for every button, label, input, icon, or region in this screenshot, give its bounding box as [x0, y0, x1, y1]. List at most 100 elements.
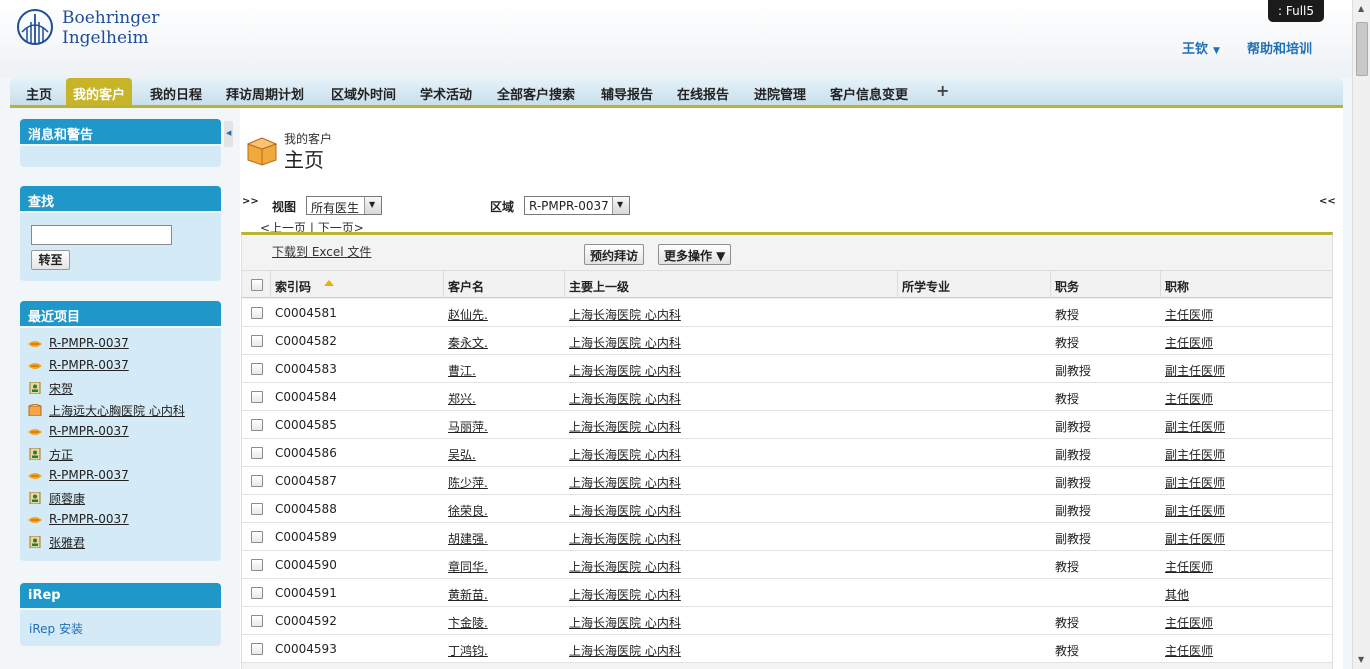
row-checkbox[interactable]	[251, 335, 263, 347]
row-checkbox[interactable]	[251, 587, 263, 599]
tab-my-customers[interactable]: 我的客户	[66, 78, 133, 105]
cell-index-code: C0004590	[275, 558, 337, 572]
row-checkbox[interactable]	[251, 503, 263, 515]
cell-parent[interactable]: 上海长海医院 心内科	[569, 446, 681, 463]
tab-all-customer-search[interactable]: 全部客户搜索	[497, 84, 575, 103]
tab-time-off-territory[interactable]: 区域外时间	[331, 84, 396, 103]
tab-hospital-listing[interactable]: 进院管理	[754, 84, 806, 103]
column-header-parent[interactable]: 主要上一级	[569, 278, 629, 295]
row-checkbox[interactable]	[251, 419, 263, 431]
dropdown-arrow-icon[interactable]: ▼	[612, 197, 629, 214]
irep-install-link[interactable]: iRep 安装	[29, 620, 83, 637]
expand-left-toggle[interactable]: >>	[242, 196, 259, 207]
more-actions-button[interactable]: 更多操作 ▼	[658, 244, 732, 265]
cell-parent[interactable]: 上海长海医院 心内科	[569, 586, 681, 603]
cell-customer-name[interactable]: 卞金陵.	[448, 614, 488, 631]
contact-card-icon	[29, 536, 41, 548]
cell-customer-name[interactable]: 赵仙先.	[448, 306, 488, 323]
cell-parent[interactable]: 上海长海医院 心内科	[569, 530, 681, 547]
scroll-up-icon[interactable]: ▲	[1358, 4, 1364, 13]
row-checkbox[interactable]	[251, 643, 263, 655]
go-button[interactable]: 转至	[31, 250, 70, 270]
cell-customer-name[interactable]: 章同华.	[448, 558, 488, 575]
tab-coaching-report[interactable]: 辅导报告	[601, 84, 653, 103]
cell-index-code: C0004593	[275, 642, 337, 656]
search-input[interactable]	[31, 225, 172, 245]
cell-parent[interactable]: 上海长海医院 心内科	[569, 614, 681, 631]
scroll-down-icon[interactable]: ▼	[1358, 655, 1364, 664]
scroll-thumb[interactable]	[1356, 22, 1368, 76]
cell-customer-name[interactable]: 黄新苗.	[448, 586, 488, 603]
column-header-position[interactable]: 职务	[1055, 278, 1079, 295]
cell-index-code: C0004582	[275, 334, 337, 348]
tab-home[interactable]: 主页	[26, 84, 52, 103]
cell-title[interactable]: 副主任医师	[1165, 362, 1225, 379]
column-header-index-code[interactable]: 索引码	[275, 278, 311, 295]
cell-title[interactable]: 副主任医师	[1165, 418, 1225, 435]
brand-logo[interactable]: Boehringer Ingelheim	[16, 8, 166, 52]
add-tab-icon[interactable]: +	[936, 81, 949, 100]
row-checkbox[interactable]	[251, 615, 263, 627]
cell-parent[interactable]: 上海长海医院 心内科	[569, 558, 681, 575]
tab-call-cycle-plan[interactable]: 拜访周期计划	[226, 84, 304, 103]
help-training-link[interactable]: 帮助和培训	[1247, 38, 1312, 57]
cell-title[interactable]: 副主任医师	[1165, 530, 1225, 547]
cell-title[interactable]: 主任医师	[1165, 614, 1213, 631]
cell-title[interactable]: 主任医师	[1165, 390, 1213, 407]
cell-customer-name[interactable]: 徐荣良.	[448, 502, 488, 519]
cell-title[interactable]: 其他	[1165, 586, 1189, 603]
expand-right-toggle[interactable]: <<	[1319, 196, 1336, 207]
sort-ascending-icon[interactable]	[324, 280, 334, 286]
column-separator	[897, 271, 898, 298]
book-visit-button[interactable]: 预约拜访	[584, 244, 645, 265]
cell-title[interactable]: 副主任医师	[1165, 474, 1225, 491]
cell-parent[interactable]: 上海长海医院 心内科	[569, 390, 681, 407]
cell-customer-name[interactable]: 曹江.	[448, 362, 476, 379]
cell-customer-name[interactable]: 秦永文.	[448, 334, 488, 351]
cell-position: 教授	[1055, 336, 1080, 350]
cell-title[interactable]: 主任医师	[1165, 306, 1213, 323]
user-menu[interactable]: 王钦 ▼	[1182, 38, 1220, 57]
tab-online-report[interactable]: 在线报告	[677, 84, 729, 103]
cell-customer-name[interactable]: 陈少萍.	[448, 474, 488, 491]
cell-customer-name[interactable]: 吴弘.	[448, 446, 476, 463]
tab-my-calendar[interactable]: 我的日程	[150, 84, 202, 103]
row-checkbox[interactable]	[251, 391, 263, 403]
region-select[interactable]: R-PMPR-0037 ▼	[524, 196, 630, 215]
row-checkbox[interactable]	[251, 559, 263, 571]
row-checkbox[interactable]	[251, 475, 263, 487]
cell-parent[interactable]: 上海长海医院 心内科	[569, 642, 681, 659]
cell-parent[interactable]: 上海长海医院 心内科	[569, 418, 681, 435]
row-checkbox[interactable]	[251, 447, 263, 459]
cell-title[interactable]: 副主任医师	[1165, 446, 1225, 463]
cell-title[interactable]: 主任医师	[1165, 558, 1213, 575]
cell-customer-name[interactable]: 胡建强.	[448, 530, 488, 547]
cell-parent[interactable]: 上海长海医院 心内科	[569, 334, 681, 351]
row-checkbox[interactable]	[251, 363, 263, 375]
cell-customer-name[interactable]: 丁鸿钧.	[448, 642, 488, 659]
column-header-title[interactable]: 职称	[1165, 278, 1189, 295]
cell-parent[interactable]: 上海长海医院 心内科	[569, 502, 681, 519]
column-header-customer-name[interactable]: 客户名	[448, 278, 484, 295]
cell-parent[interactable]: 上海长海医院 心内科	[569, 306, 681, 323]
cell-parent[interactable]: 上海长海医院 心内科	[569, 474, 681, 491]
tab-customer-info-change[interactable]: 客户信息变更	[830, 84, 908, 103]
cell-customer-name[interactable]: 马丽萍.	[448, 418, 488, 435]
sidebar-collapse-handle[interactable]: ◀	[224, 121, 233, 147]
export-excel-link[interactable]: 下载到 Excel 文件	[272, 243, 371, 260]
region-icon	[28, 517, 42, 523]
tab-medical-events[interactable]: 学术活动	[420, 84, 472, 103]
cell-parent[interactable]: 上海长海医院 心内科	[569, 362, 681, 379]
view-select[interactable]: 所有医生 ▼	[306, 196, 382, 215]
cell-title[interactable]: 主任医师	[1165, 642, 1213, 659]
cell-title[interactable]: 副主任医师	[1165, 502, 1225, 519]
row-checkbox[interactable]	[251, 307, 263, 319]
cell-customer-name[interactable]: 郑兴.	[448, 390, 476, 407]
cell-title[interactable]: 主任医师	[1165, 334, 1213, 351]
page-scrollbar[interactable]: ▲ ▼	[1352, 0, 1370, 669]
cell-index-code: C0004588	[275, 502, 337, 516]
column-header-major[interactable]: 所学专业	[902, 278, 950, 295]
row-checkbox[interactable]	[251, 531, 263, 543]
dropdown-arrow-icon[interactable]: ▼	[364, 197, 381, 214]
select-all-checkbox[interactable]	[251, 279, 263, 291]
